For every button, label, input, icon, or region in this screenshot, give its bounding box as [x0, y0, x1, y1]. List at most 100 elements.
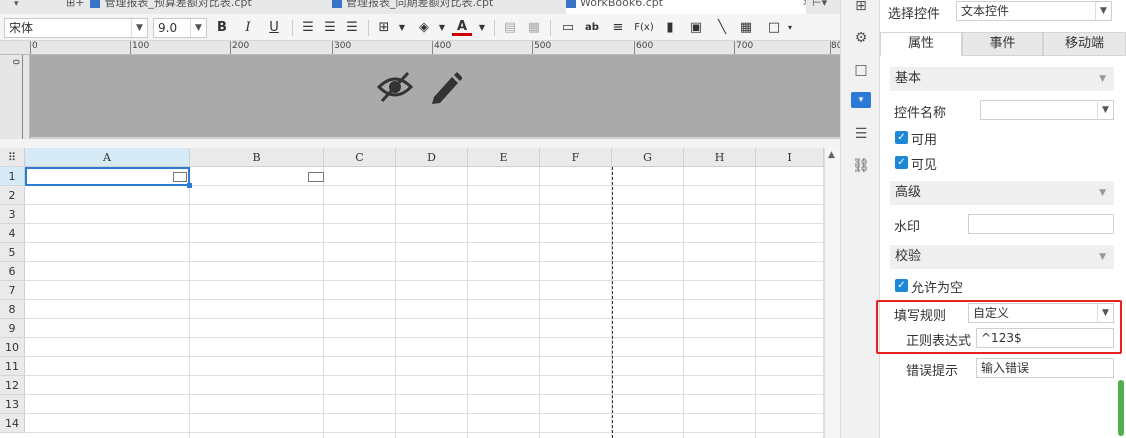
vertical-scrollbar[interactable]: ▲	[824, 148, 840, 438]
tab-yoy-report[interactable]: 管理报表_同期差额对比表.cpt	[332, 0, 562, 14]
column-header[interactable]: A	[25, 148, 190, 167]
column-header[interactable]: C	[324, 148, 396, 167]
chevron-down-icon: ▼	[1099, 188, 1106, 198]
align-center-icon[interactable]: ☰	[320, 18, 340, 38]
insert-list-icon[interactable]: ≡	[608, 18, 628, 38]
tab-mobile[interactable]: 移动端	[1043, 32, 1126, 56]
split-cells-icon[interactable]: ▦	[524, 18, 544, 38]
align-left-icon[interactable]: ☰	[298, 18, 318, 38]
widget-settings-icon[interactable]: ▾	[851, 92, 871, 108]
chevron-up-icon[interactable]: ▲	[828, 150, 835, 160]
row-header[interactable]: 10	[0, 338, 25, 357]
report-grid[interactable]: ⠿ ABCDEFGHI 1 2 3 4 5 6 7 8 9 10 11 12 13 14 ▲	[0, 148, 840, 438]
italic-button[interactable]: I	[238, 18, 258, 38]
font-size-select[interactable]: 9.0 ▼	[153, 18, 207, 38]
column-header[interactable]: D	[396, 148, 468, 167]
fill-color-icon[interactable]: ◈	[414, 18, 434, 38]
row-header[interactable]: 1	[0, 167, 25, 186]
insert-image-icon[interactable]: ▣	[686, 18, 706, 38]
add-tab-icon: ⊞+	[66, 0, 85, 9]
row-header[interactable]: 5	[0, 243, 25, 262]
underline-button[interactable]: U	[264, 18, 284, 38]
ruler-label: 700	[736, 41, 754, 51]
section-basic[interactable]: 基本 ▼	[890, 67, 1114, 91]
row-header[interactable]: 14	[0, 414, 25, 433]
row-header[interactable]: 7	[0, 281, 25, 300]
document-tab-strip: ▾ ⊞+ 管理报表_预算差额对比表.cpt 管理报表_同期差额对比表.cpt Wo…	[0, 0, 840, 14]
textbox-widget-icon[interactable]	[308, 172, 324, 182]
parameter-panel-area[interactable]	[30, 55, 840, 137]
chevron-down-icon[interactable]: ▼	[432, 18, 452, 38]
font-family-select[interactable]: 宋体 ▼	[4, 18, 148, 38]
column-header[interactable]: E	[468, 148, 540, 167]
row-header[interactable]: 2	[0, 186, 25, 205]
tab-budget-report[interactable]: ⊞+ 管理报表_预算差额对比表.cpt	[66, 0, 324, 14]
row-header[interactable]: 11	[0, 357, 25, 376]
pencil-icon[interactable]	[428, 69, 462, 105]
column-header[interactable]: B	[190, 148, 324, 167]
border-icon[interactable]: ⊞	[374, 18, 394, 38]
chevron-down-icon[interactable]: ▾	[780, 18, 800, 38]
ruler-label: 200	[232, 41, 250, 51]
tab-menu-icon[interactable]: ⊢▾	[812, 0, 836, 14]
tab-dropdown[interactable]: ▾	[14, 0, 54, 14]
allow-empty-checkbox[interactable]: ✓	[895, 279, 908, 292]
chevron-down-icon: ▼	[1099, 252, 1106, 262]
enabled-checkbox[interactable]: ✓	[895, 131, 908, 144]
widget-name-select[interactable]: ▼	[980, 100, 1114, 120]
widget-type-select[interactable]: 文本控件 ▼	[956, 1, 1112, 21]
row-header[interactable]: 9	[0, 319, 25, 338]
column-header[interactable]: F	[540, 148, 612, 167]
select-widget-label: 选择控件	[888, 7, 941, 22]
merge-cells-icon[interactable]: ▤	[500, 18, 520, 38]
tab-events[interactable]: 事件	[962, 32, 1043, 56]
row-header[interactable]: 8	[0, 300, 25, 319]
section-validation[interactable]: 校验 ▼	[890, 245, 1114, 269]
row-header[interactable]: 4	[0, 224, 25, 243]
chevron-down-icon[interactable]: ▼	[392, 18, 412, 38]
column-header[interactable]: G	[612, 148, 684, 167]
textbox-widget-icon[interactable]	[173, 172, 187, 182]
error-hint-input[interactable]: 输入错误	[976, 358, 1114, 378]
watermark-input[interactable]	[968, 214, 1114, 234]
horizontal-ruler: 0 100 200 300 400 500 600 700 80	[0, 41, 842, 55]
select-all-corner[interactable]: ⠿	[0, 148, 25, 167]
insert-formula-button[interactable]: F(x)	[634, 18, 654, 38]
grid-line	[755, 167, 756, 438]
column-header[interactable]: H	[684, 148, 756, 167]
slash-icon[interactable]: ╲	[712, 18, 732, 38]
tab-workbook6[interactable]: WorkBook6.cpt ✕	[566, 0, 806, 14]
tab-properties[interactable]: 属性	[880, 32, 962, 56]
align-right-icon[interactable]: ☰	[342, 18, 362, 38]
panel-scrollbar[interactable]	[1118, 380, 1124, 436]
grid-line	[25, 261, 824, 262]
bold-button[interactable]: B	[212, 18, 232, 38]
visible-checkbox[interactable]: ✓	[895, 156, 908, 169]
property-panel: 选择控件 文本控件 ▼ 属性 事件 移动端 基本 ▼ 控件名称 ▼ ✓ 可用 ✓…	[880, 0, 1126, 438]
column-header[interactable]: I	[756, 148, 824, 167]
row-header[interactable]: 6	[0, 262, 25, 281]
grid-line	[25, 204, 824, 205]
cell-element-icon[interactable]: □	[851, 60, 871, 80]
toolbar-divider	[494, 20, 495, 36]
insert-subreport-icon[interactable]: ▦	[736, 18, 756, 38]
row-header[interactable]: 13	[0, 395, 25, 414]
row-header[interactable]: 3	[0, 205, 25, 224]
chevron-down-icon: ▼	[1095, 2, 1111, 20]
insert-widget-icon[interactable]: ▭	[558, 18, 578, 38]
chevron-down-icon[interactable]: ▼	[472, 18, 492, 38]
text-color-button[interactable]: A	[452, 18, 472, 36]
cell-attributes-icon[interactable]: ⊞	[851, 0, 871, 16]
data-list-icon[interactable]: ☰	[851, 124, 871, 144]
selected-cell[interactable]	[25, 167, 190, 186]
link-icon[interactable]: ⛓	[851, 156, 871, 176]
row-header[interactable]: 12	[0, 376, 25, 395]
condition-attributes-icon[interactable]: ⚙	[851, 28, 871, 48]
fill-handle[interactable]	[187, 183, 192, 188]
eye-hidden-icon[interactable]	[376, 69, 414, 105]
insert-text-button[interactable]: ab	[582, 18, 602, 38]
toolbar-divider	[292, 20, 293, 36]
insert-chart-icon[interactable]: ▮	[660, 18, 680, 38]
close-tab-icon[interactable]: ✕	[802, 0, 806, 10]
section-advanced[interactable]: 高级 ▼	[890, 181, 1114, 205]
